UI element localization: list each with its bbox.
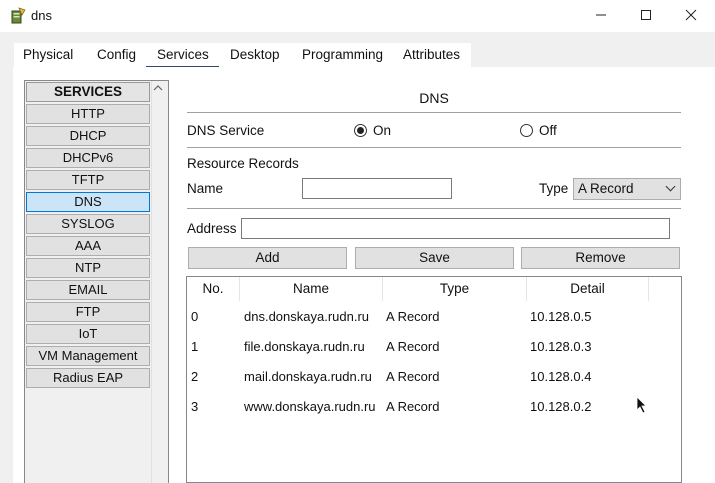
dns-on-label: On — [373, 123, 392, 138]
cell-no: 1 — [191, 339, 199, 354]
column-header-name[interactable]: Name — [240, 277, 383, 301]
services-header: SERVICES — [26, 82, 150, 102]
cell-detail: 10.128.0.3 — [530, 339, 592, 354]
tab-programming[interactable]: Programming — [299, 43, 386, 67]
service-aaa[interactable]: AAA — [26, 236, 150, 256]
service-dhcp[interactable]: DHCP — [26, 126, 150, 146]
service-vm-management[interactable]: VM Management — [26, 346, 150, 366]
service-dhcpv6[interactable]: DHCPv6 — [26, 148, 150, 168]
dns-service-label: DNS Service — [187, 123, 265, 138]
cell-type: A Record — [386, 339, 440, 354]
scroll-up-icon[interactable] — [153, 84, 163, 92]
type-select[interactable]: A Record — [573, 178, 681, 200]
service-ntp[interactable]: NTP — [26, 258, 150, 278]
tab-attributes[interactable]: Attributes — [400, 43, 463, 67]
cell-no: 2 — [191, 369, 199, 384]
minimize-icon — [596, 14, 606, 16]
services-scrollbar[interactable] — [151, 81, 168, 483]
resource-records-label: Resource Records — [187, 156, 299, 171]
maximize-icon — [641, 10, 651, 20]
dns-off-radio[interactable] — [520, 124, 533, 137]
divider — [187, 147, 681, 148]
cell-detail: 10.128.0.5 — [530, 309, 592, 324]
tab-desktop[interactable]: Desktop — [227, 43, 283, 67]
save-button[interactable]: Save — [355, 247, 514, 269]
name-label: Name — [187, 181, 224, 196]
divider — [187, 112, 681, 113]
title-bar: dns — [0, 0, 715, 32]
panel-title: DNS — [419, 90, 449, 106]
app-icon — [11, 7, 26, 24]
window-title: dns — [31, 8, 52, 23]
column-header-type[interactable]: Type — [383, 277, 527, 301]
cell-no: 0 — [191, 309, 199, 324]
maximize-button[interactable] — [623, 0, 669, 30]
column-header-no[interactable]: No. — [187, 277, 240, 301]
divider — [187, 208, 681, 209]
service-tftp[interactable]: TFTP — [26, 170, 150, 190]
minimize-button[interactable] — [578, 0, 624, 30]
dns-off-label: Off — [539, 123, 557, 138]
cell-type: A Record — [386, 399, 440, 414]
service-http[interactable]: HTTP — [26, 104, 150, 124]
cell-type: A Record — [386, 309, 440, 324]
cell-name: www.donskaya.rudn.ru — [244, 399, 376, 414]
name-input[interactable] — [302, 178, 452, 199]
service-email[interactable]: EMAIL — [26, 280, 150, 300]
tab-config[interactable]: Config — [94, 43, 139, 67]
cell-type: A Record — [386, 369, 440, 384]
type-select-value: A Record — [578, 181, 634, 196]
tab-physical[interactable]: Physical — [20, 43, 76, 67]
close-button[interactable] — [668, 0, 714, 30]
add-button[interactable]: Add — [188, 247, 347, 269]
cell-name: mail.donskaya.rudn.ru — [244, 369, 372, 384]
remove-button[interactable]: Remove — [521, 247, 680, 269]
service-ftp[interactable]: FTP — [26, 302, 150, 322]
cell-name: dns.donskaya.rudn.ru — [244, 309, 370, 324]
service-dns[interactable]: DNS — [26, 192, 150, 212]
tab-services[interactable]: Services — [154, 43, 212, 67]
mouse-cursor-icon — [636, 396, 647, 414]
type-label: Type — [539, 181, 569, 196]
address-label: Address — [187, 221, 237, 236]
close-icon — [685, 9, 697, 21]
cell-name: file.donskaya.rudn.ru — [244, 339, 365, 354]
service-iot[interactable]: IoT — [26, 324, 150, 344]
service-syslog[interactable]: SYSLOG — [26, 214, 150, 234]
cell-detail: 10.128.0.4 — [530, 369, 592, 384]
cell-no: 3 — [191, 399, 199, 414]
column-header-detail[interactable]: Detail — [527, 277, 649, 301]
dns-on-radio[interactable] — [354, 124, 367, 137]
service-radius-eap[interactable]: Radius EAP — [26, 368, 150, 388]
cell-detail: 10.128.0.2 — [530, 399, 592, 414]
chevron-down-icon — [665, 181, 676, 192]
address-input[interactable] — [241, 218, 670, 239]
